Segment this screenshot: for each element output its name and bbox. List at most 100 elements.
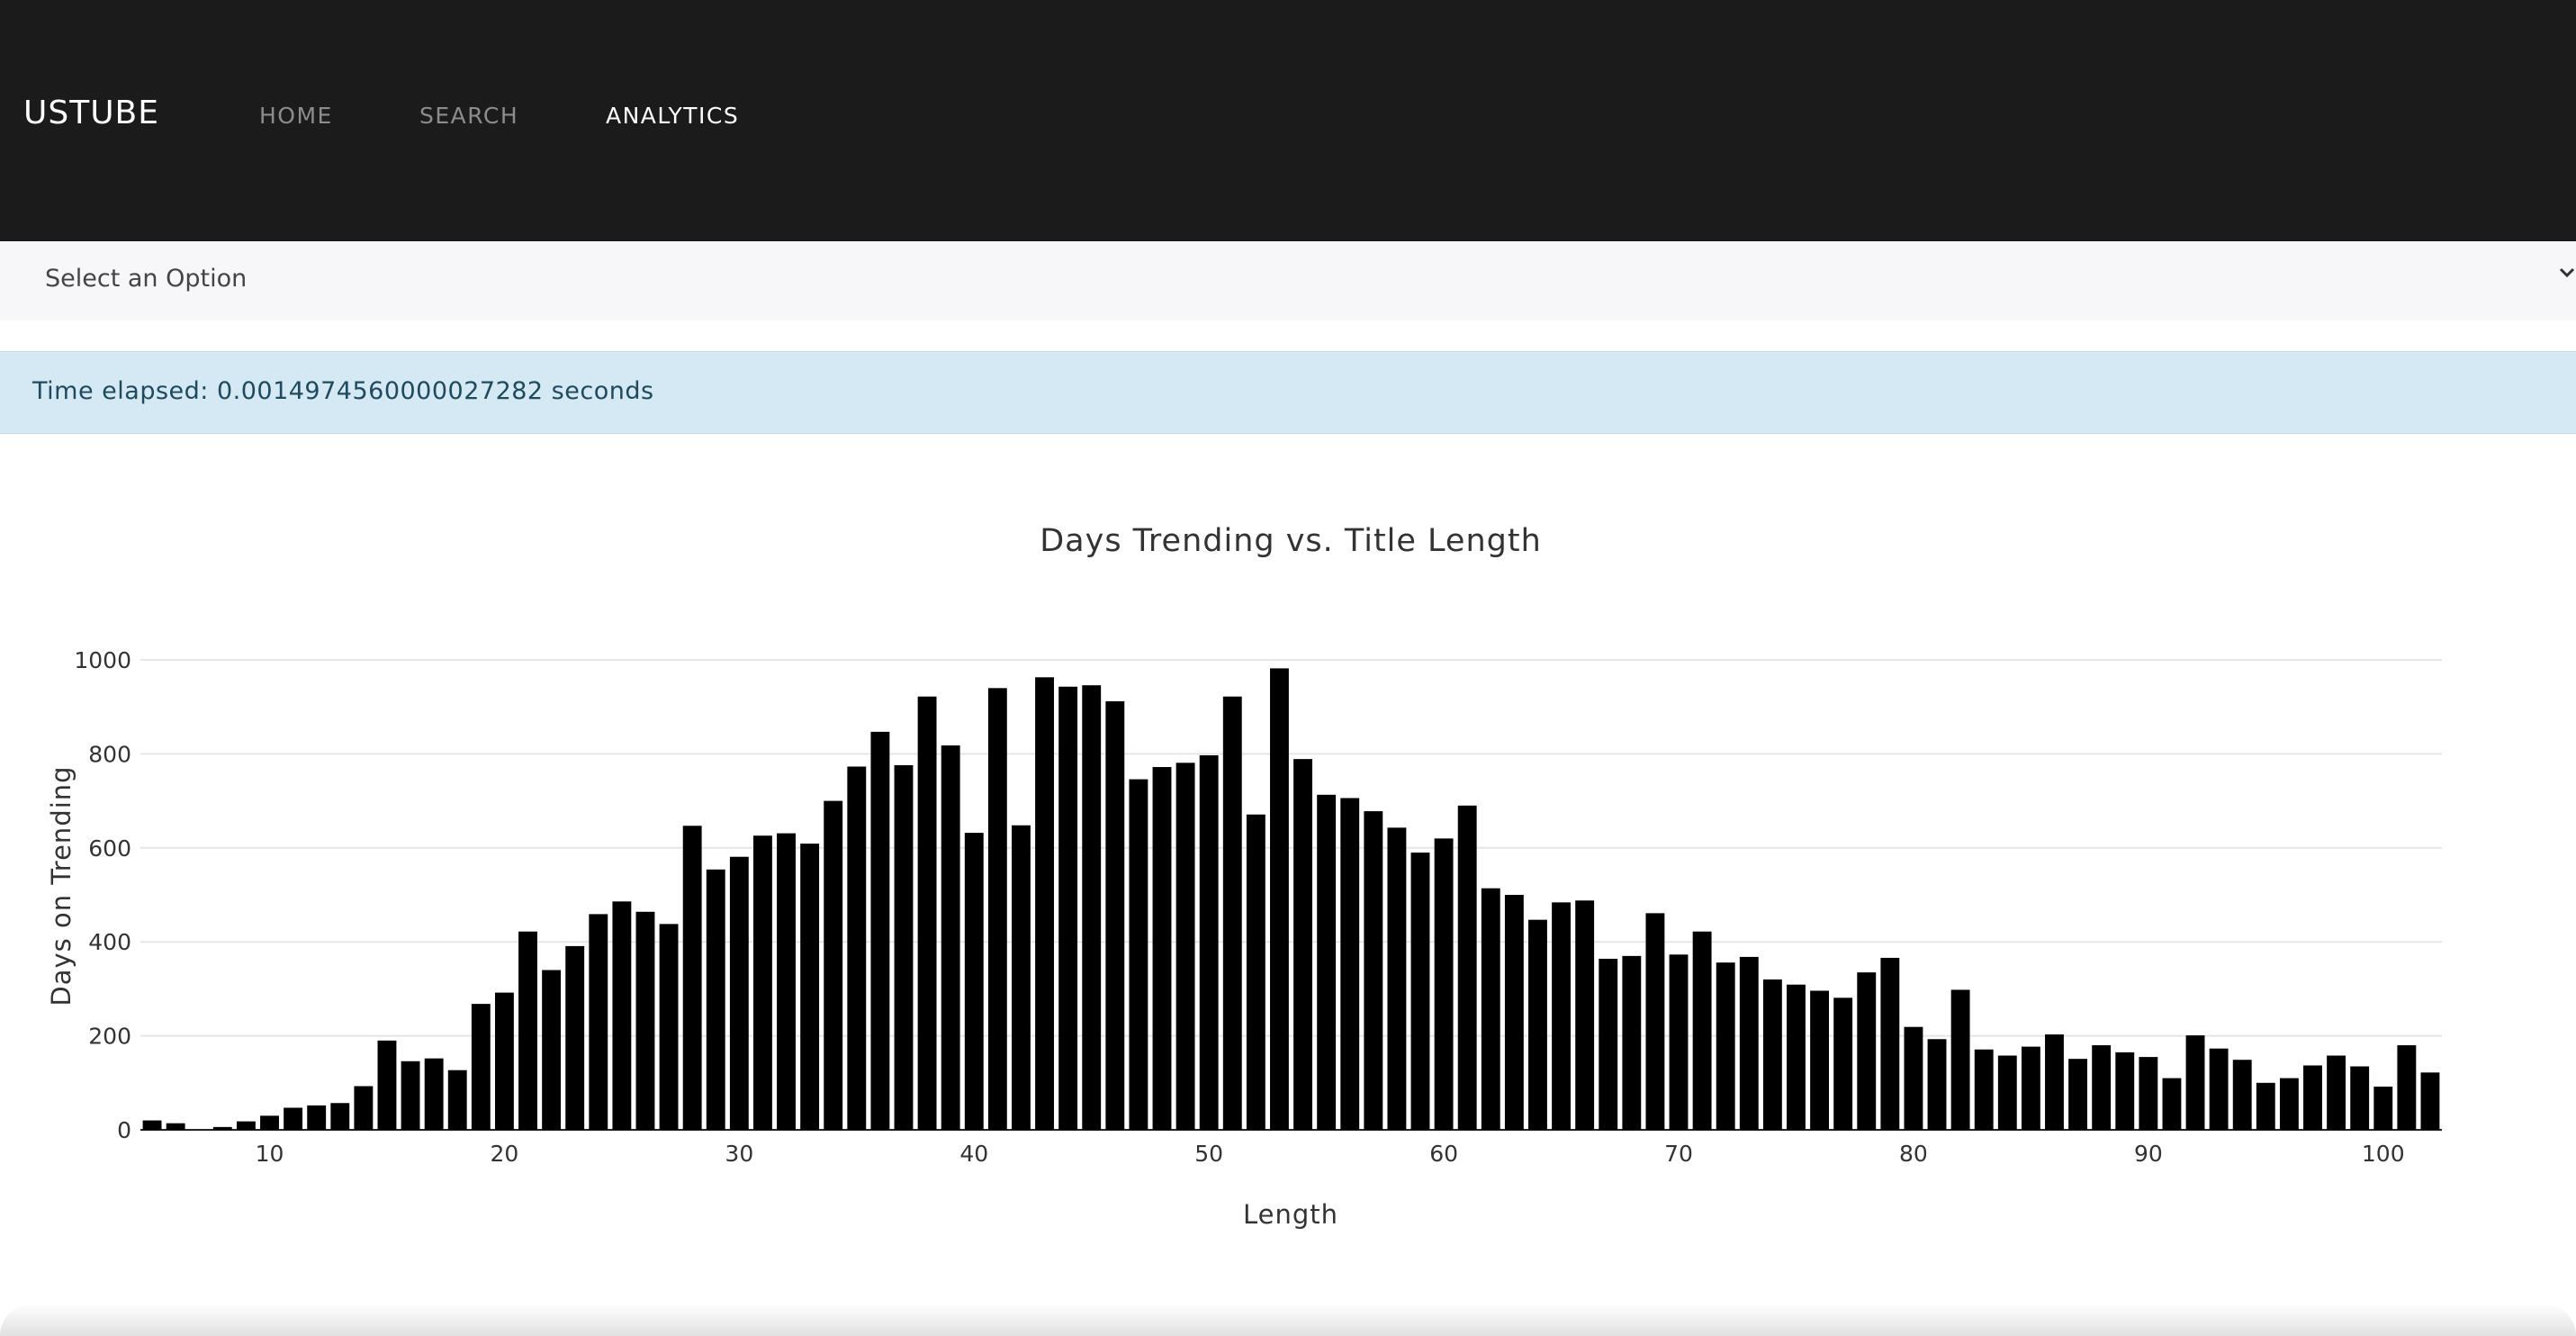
bar[interactable]	[2068, 1059, 2088, 1130]
bar[interactable]	[1787, 984, 1806, 1130]
bar[interactable]	[2092, 1045, 2112, 1130]
bar[interactable]	[236, 1121, 256, 1130]
bar[interactable]	[1105, 700, 1125, 1130]
bar[interactable]	[1669, 954, 1689, 1130]
bar[interactable]	[1645, 913, 1665, 1130]
bar[interactable]	[1175, 763, 1195, 1130]
bar[interactable]	[1504, 895, 1524, 1130]
bar[interactable]	[2021, 1046, 2040, 1130]
bar[interactable]	[2327, 1055, 2346, 1130]
bar[interactable]	[1622, 955, 1642, 1130]
bar[interactable]	[1762, 979, 1782, 1130]
bar[interactable]	[612, 901, 632, 1130]
bar[interactable]	[260, 1115, 279, 1130]
bar[interactable]	[659, 924, 679, 1130]
brand-logo[interactable]: USTUBE	[23, 95, 159, 131]
bar[interactable]	[1833, 997, 1853, 1130]
bar[interactable]	[2373, 1086, 2393, 1130]
bar[interactable]	[1997, 1055, 2017, 1130]
bar[interactable]	[1012, 825, 1031, 1130]
bar[interactable]	[894, 764, 914, 1130]
bar[interactable]	[870, 731, 890, 1130]
bar[interactable]	[518, 931, 537, 1130]
bar[interactable]	[212, 1126, 232, 1130]
bar[interactable]	[682, 826, 702, 1130]
bar[interactable]	[2303, 1065, 2322, 1130]
bar[interactable]	[2045, 1034, 2064, 1130]
bar[interactable]	[1317, 794, 1337, 1130]
bar[interactable]	[589, 914, 608, 1130]
bar[interactable]	[494, 992, 514, 1130]
bar[interactable]	[1950, 989, 1970, 1130]
bar[interactable]	[777, 833, 796, 1130]
bar[interactable]	[1058, 686, 1078, 1130]
nav-link-analytics[interactable]: ANALYTICS	[606, 103, 739, 129]
bar[interactable]	[1035, 677, 1054, 1130]
bar[interactable]	[1364, 811, 1383, 1130]
bar[interactable]	[471, 1004, 491, 1130]
bar[interactable]	[847, 766, 867, 1130]
bar[interactable]	[2397, 1045, 2417, 1130]
bar[interactable]	[2209, 1048, 2229, 1130]
bar[interactable]	[1387, 827, 1407, 1130]
bar[interactable]	[1810, 990, 1830, 1130]
bar[interactable]	[284, 1107, 303, 1130]
bar[interactable]	[2350, 1066, 2370, 1130]
bar[interactable]	[941, 745, 960, 1130]
bar[interactable]	[1575, 900, 1595, 1130]
bar[interactable]	[1599, 958, 1618, 1130]
bar[interactable]	[1857, 972, 1877, 1130]
bar[interactable]	[824, 800, 843, 1130]
bar[interactable]	[142, 1120, 162, 1130]
bar[interactable]	[2139, 1057, 2158, 1130]
bar[interactable]	[1457, 805, 1477, 1130]
bar[interactable]	[1927, 1039, 1947, 1130]
bar[interactable]	[166, 1123, 185, 1130]
bar[interactable]	[987, 688, 1007, 1130]
bar[interactable]	[1246, 814, 1265, 1130]
bar[interactable]	[1270, 668, 1289, 1130]
bar[interactable]	[706, 869, 725, 1130]
bar[interactable]	[1199, 754, 1219, 1130]
bar[interactable]	[1481, 888, 1500, 1130]
bar[interactable]	[917, 696, 937, 1130]
nav-link-home[interactable]: HOME	[259, 103, 333, 129]
bar[interactable]	[377, 1040, 397, 1130]
bar[interactable]	[2232, 1060, 2252, 1130]
bar[interactable]	[1552, 902, 1571, 1130]
bar[interactable]	[307, 1105, 327, 1130]
bar[interactable]	[2420, 1072, 2440, 1130]
bar[interactable]	[330, 1103, 350, 1130]
bar[interactable]	[1716, 962, 1735, 1130]
bar[interactable]	[1880, 957, 1900, 1130]
bar[interactable]	[2256, 1082, 2275, 1130]
bar[interactable]	[1340, 798, 1360, 1130]
bar[interactable]	[565, 945, 585, 1130]
bar[interactable]	[1739, 956, 1759, 1130]
bar[interactable]	[1129, 779, 1148, 1130]
bar[interactable]	[1082, 685, 1102, 1130]
option-select[interactable]: Select an Option	[0, 241, 2576, 320]
bar[interactable]	[2162, 1078, 2182, 1130]
bar[interactable]	[800, 844, 820, 1130]
bar[interactable]	[1410, 853, 1430, 1130]
bar[interactable]	[1904, 1026, 1923, 1130]
bar[interactable]	[2185, 1035, 2205, 1130]
bar[interactable]	[1293, 759, 1312, 1130]
bar[interactable]	[1528, 919, 1547, 1130]
bar[interactable]	[401, 1061, 420, 1130]
bar[interactable]	[424, 1058, 444, 1130]
nav-link-search[interactable]: SEARCH	[419, 103, 518, 129]
bar[interactable]	[964, 833, 984, 1130]
bar[interactable]	[2115, 1052, 2135, 1130]
bar[interactable]	[354, 1086, 374, 1130]
bar[interactable]	[1222, 696, 1242, 1130]
bar[interactable]	[1152, 767, 1172, 1130]
bar[interactable]	[2279, 1078, 2299, 1130]
bar[interactable]	[542, 970, 562, 1130]
bar[interactable]	[1434, 838, 1454, 1130]
bar[interactable]	[1692, 931, 1712, 1130]
bar[interactable]	[729, 856, 749, 1130]
bar[interactable]	[447, 1070, 467, 1130]
bar[interactable]	[752, 835, 772, 1130]
